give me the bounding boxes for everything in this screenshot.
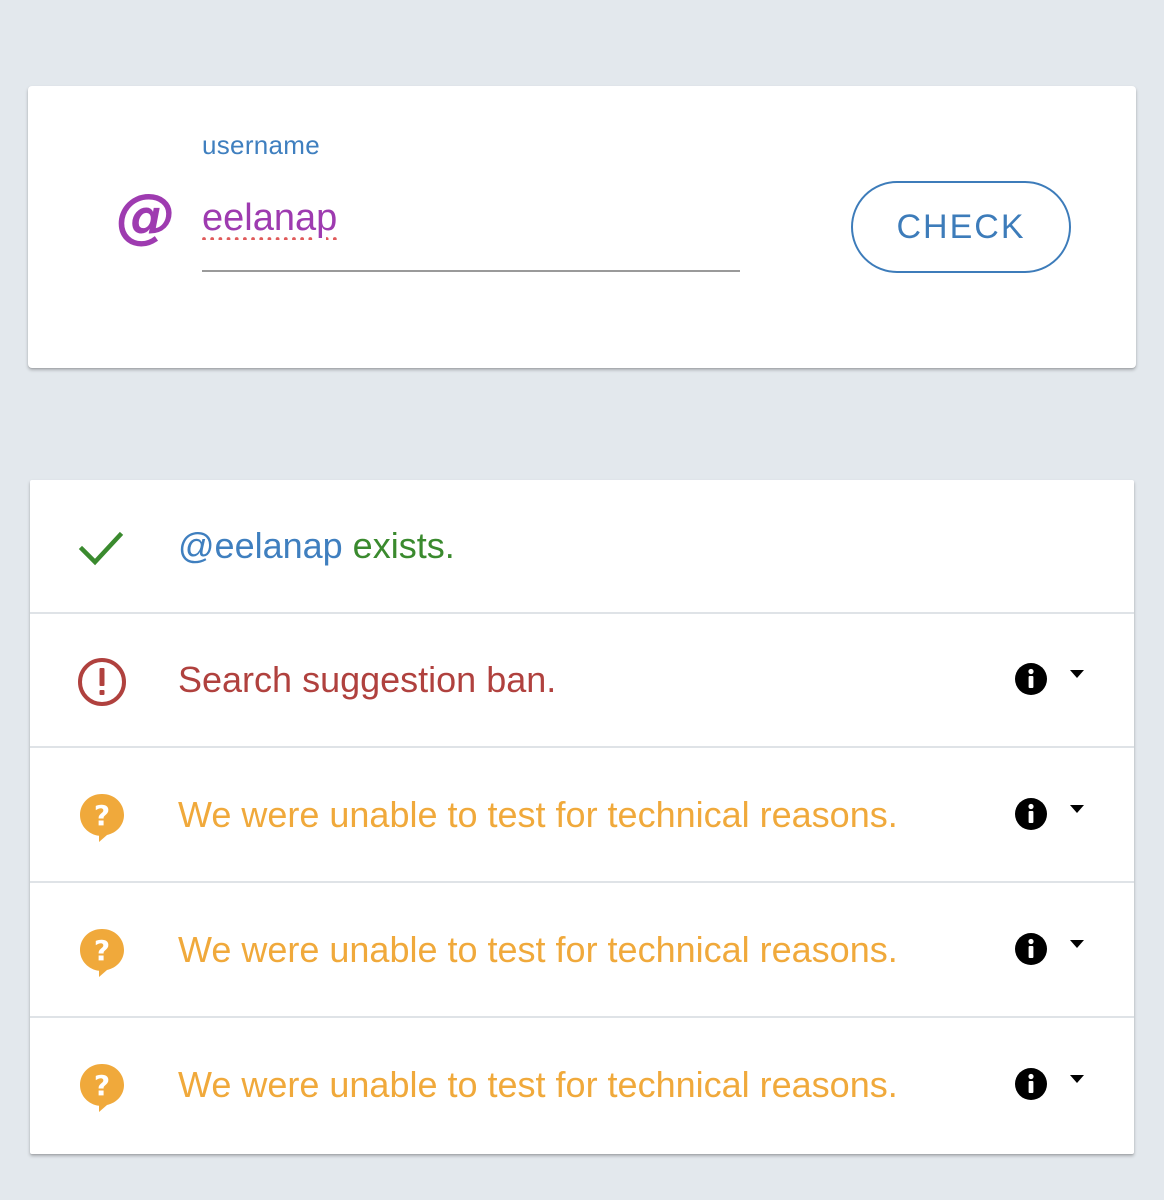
result-message: We were unable to test for technical rea… (178, 1064, 898, 1105)
at-sign-icon: @ (116, 181, 176, 251)
result-message: Search suggestion ban. (178, 659, 557, 700)
info-icon[interactable] (1014, 797, 1048, 831)
result-message: exists. (342, 525, 455, 566)
search-card: username @ CHECK (28, 86, 1136, 368)
caret-down-icon[interactable] (1068, 668, 1086, 680)
check-button[interactable]: CHECK (851, 181, 1071, 273)
info-icon[interactable] (1014, 662, 1048, 696)
info-icon[interactable] (1014, 1067, 1048, 1101)
help-bubble-icon: ? (80, 1064, 124, 1112)
result-row-unknown[interactable]: ? We were unable to test for technical r… (30, 884, 1134, 1018)
result-message: We were unable to test for technical rea… (178, 929, 898, 970)
username-label: username (202, 130, 321, 160)
results-card: @eelanap exists. Search suggestion ban. … (30, 480, 1134, 1154)
info-icon[interactable] (1014, 932, 1048, 966)
help-bubble-icon: ? (80, 929, 124, 977)
svg-text:?: ? (94, 1069, 110, 1102)
result-row-search-suggestion-ban[interactable]: Search suggestion ban. (30, 614, 1134, 748)
result-handle: @eelanap (178, 525, 343, 566)
caret-down-icon[interactable] (1068, 938, 1086, 950)
result-row-unknown[interactable]: ? We were unable to test for technical r… (30, 1019, 1134, 1153)
input-underline (202, 270, 740, 272)
alert-circle-icon (78, 658, 126, 706)
result-text: @eelanap exists. (178, 480, 455, 612)
result-row-exists: @eelanap exists. (30, 480, 1134, 614)
svg-text:?: ? (94, 799, 110, 832)
svg-text:?: ? (94, 934, 110, 967)
check-icon (78, 531, 124, 566)
caret-down-icon[interactable] (1068, 803, 1086, 815)
result-message: We were unable to test for technical rea… (178, 794, 898, 835)
help-bubble-icon: ? (80, 794, 124, 842)
caret-down-icon[interactable] (1068, 1073, 1086, 1085)
username-input[interactable] (202, 194, 738, 242)
result-row-unknown[interactable]: ? We were unable to test for technical r… (30, 749, 1134, 883)
